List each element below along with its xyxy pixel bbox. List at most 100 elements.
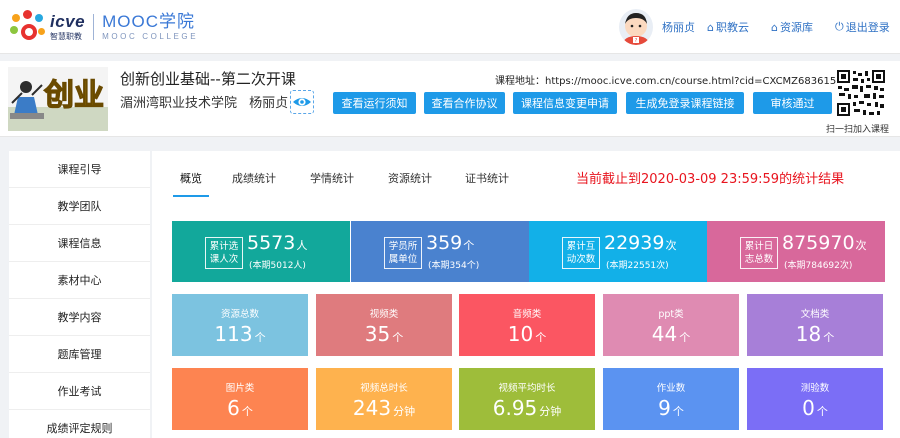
card-quiz-count: 测验数 0个 [747, 368, 883, 430]
main-panel: 概览 成绩统计 学情统计 资源统计 证书统计 当前截止到2020-03-09 2… [152, 151, 900, 438]
summary-label: 累计日志总数 [740, 237, 778, 269]
summary-units: 学员所属单位 359个 (本期354个) [351, 221, 529, 282]
course-subtitle: 湄洲湾职业技术学院 杨丽贞 [120, 92, 288, 111]
stats-tabs: 概览 成绩统计 学情统计 资源统计 证书统计 当前截止到2020-03-09 2… [152, 151, 900, 199]
course-teacher: 杨丽贞 [249, 96, 289, 111]
card-value: 9个 [658, 396, 684, 420]
card-label: 测验数 [800, 383, 830, 394]
summary-interactions: 累计互动次数 22939次 (本期22551次) [529, 221, 707, 282]
cover-title: 创业 [43, 78, 104, 113]
card-total-resources: 资源总数 113 个 [172, 294, 308, 356]
summary-current-term: (本期22551次) [606, 261, 669, 271]
site-logo[interactable]: icve 智慧职教 MOOC学院 MOOC COLLEGE [10, 9, 198, 45]
summary-current-term: (本期5012人) [249, 261, 306, 271]
home-icon: ⌂ [771, 20, 778, 34]
home-icon: ⌂ [707, 20, 714, 34]
course-sidebar: 课程引导 教学团队 课程信息 素材中心 教学内容 题库管理 作业考试 成绩评定规… [9, 151, 150, 438]
summary-value: 359个 [426, 232, 475, 254]
sidebar-item-course-guide[interactable]: 课程引导 [9, 151, 150, 188]
card-value: 0个 [802, 396, 828, 420]
card-value: 44 个 [651, 322, 691, 346]
tab-learning-stats[interactable]: 学情统计 [310, 170, 354, 186]
card-video-total-duration: 视频总时长 243 分钟 [316, 368, 452, 430]
logo-mooc-en: MOOC COLLEGE [102, 32, 199, 41]
qr-caption: 扫一扫加入课程 [826, 125, 890, 135]
card-video-average-duration: 视频平均时长 6.95 分钟 [459, 368, 595, 430]
card-homework-count: 作业数 9个 [603, 368, 739, 430]
nav-username[interactable]: 杨丽贞 [662, 19, 695, 35]
card-value: 35 个 [364, 322, 404, 346]
card-value: 10 个 [507, 322, 547, 346]
summary-value: 22939次 [604, 232, 677, 254]
tab-resource-stats[interactable]: 资源统计 [388, 170, 432, 186]
card-audio: 音频类 10 个 [459, 294, 595, 356]
card-label: 文档类 [800, 309, 830, 320]
card-label: 视频平均时长 [498, 383, 556, 394]
sidebar-item-grading-rules[interactable]: 成绩评定规则 [9, 410, 150, 438]
card-ppt: ppt类 44 个 [603, 294, 739, 356]
logo-icve-text: icve [50, 12, 86, 31]
nav-link-label: 资源库 [779, 21, 813, 34]
avatar-icon: ? [622, 13, 650, 45]
logo-icve-cn: 智慧职教 [50, 32, 82, 41]
card-label: ppt类 [658, 309, 684, 320]
course-url: 课程地址：https://mooc.icve.com.cn/course.htm… [495, 76, 837, 87]
summary-enrollment: 累计选课人次 5573人 (本期5012人) [172, 221, 350, 282]
card-label: 资源总数 [220, 309, 259, 320]
sidebar-item-course-info[interactable]: 课程信息 [9, 225, 150, 262]
card-label: 作业数 [656, 383, 686, 394]
nav-link-logout[interactable]: ⏻ 退出登录 [835, 19, 890, 35]
sidebar-item-question-bank[interactable]: 题库管理 [9, 336, 150, 373]
logo-mark-icon [10, 10, 48, 44]
nav-link-label: 退出登录 [845, 21, 890, 34]
sidebar-item-homework-exam[interactable]: 作业考试 [9, 373, 150, 410]
card-document: 文档类 18 个 [747, 294, 883, 356]
view-run-notice-button[interactable]: 查看运行须知 [333, 92, 416, 114]
svg-text:?: ? [635, 38, 638, 44]
summary-current-term: (本期784692次) [784, 261, 853, 271]
card-label: 图片类 [225, 383, 255, 394]
eye-icon [293, 98, 311, 106]
power-icon: ⏻ [835, 20, 844, 33]
nav-link-resource-library[interactable]: ⌂ 资源库 [771, 19, 813, 35]
active-tab-indicator [173, 195, 209, 197]
summary-label: 累计互动次数 [562, 237, 600, 269]
top-bar: icve 智慧职教 MOOC学院 MOOC COLLEGE ? 杨丽贞 ⌂ 职教… [0, 0, 900, 54]
card-label: 音频类 [512, 309, 542, 320]
nav-link-zhijiaoyun[interactable]: ⌂ 职教云 [707, 19, 749, 35]
summary-label: 学员所属单位 [384, 237, 422, 269]
view-agreement-button[interactable]: 查看合作协议 [424, 92, 505, 114]
card-value: 6个 [227, 396, 253, 420]
card-label: 视频类 [369, 309, 399, 320]
tab-certificate-stats[interactable]: 证书统计 [465, 170, 509, 186]
summary-value: 5573人 [247, 232, 308, 254]
tab-overview[interactable]: 概览 [180, 170, 202, 186]
summary-current-term: (本期354个) [428, 261, 480, 271]
course-banner: 创业 创新创业基础--第二次开课 湄洲湾职业技术学院 杨丽贞 课程地址：http… [0, 61, 900, 137]
summary-value: 875970次 [782, 232, 867, 254]
card-video: 视频类 35 个 [316, 294, 452, 356]
summary-logs: 累计日志总数 875970次 (本期784692次) [707, 221, 885, 282]
nav-link-label: 职教云 [715, 21, 749, 34]
info-change-request-button[interactable]: 课程信息变更申请 [513, 92, 617, 114]
tab-grade-stats[interactable]: 成绩统计 [232, 170, 276, 186]
logo-divider [93, 14, 95, 40]
generate-link-button[interactable]: 生成免登录课程链接 [626, 92, 744, 114]
preview-button[interactable] [290, 90, 314, 114]
approved-button[interactable]: 审核通过 [753, 92, 832, 114]
logo-mooc-text: MOOC学院 [102, 12, 195, 31]
sidebar-item-teaching-team[interactable]: 教学团队 [9, 188, 150, 225]
sidebar-item-material-center[interactable]: 素材中心 [9, 262, 150, 299]
card-value: 243 分钟 [352, 396, 416, 420]
course-school: 湄洲湾职业技术学院 [120, 96, 238, 111]
card-image: 图片类 6个 [172, 368, 308, 430]
qr-code[interactable] [836, 69, 886, 117]
card-value: 113 个 [214, 322, 266, 346]
course-cover-image: 创业 [8, 67, 108, 131]
card-value: 6.95 分钟 [492, 396, 562, 420]
card-value: 18 个 [795, 322, 835, 346]
course-title: 创新创业基础--第二次开课 [120, 70, 296, 88]
sidebar-item-teaching-content[interactable]: 教学内容 [9, 299, 150, 336]
summary-label: 累计选课人次 [205, 237, 243, 269]
user-avatar[interactable]: ? [619, 9, 653, 45]
